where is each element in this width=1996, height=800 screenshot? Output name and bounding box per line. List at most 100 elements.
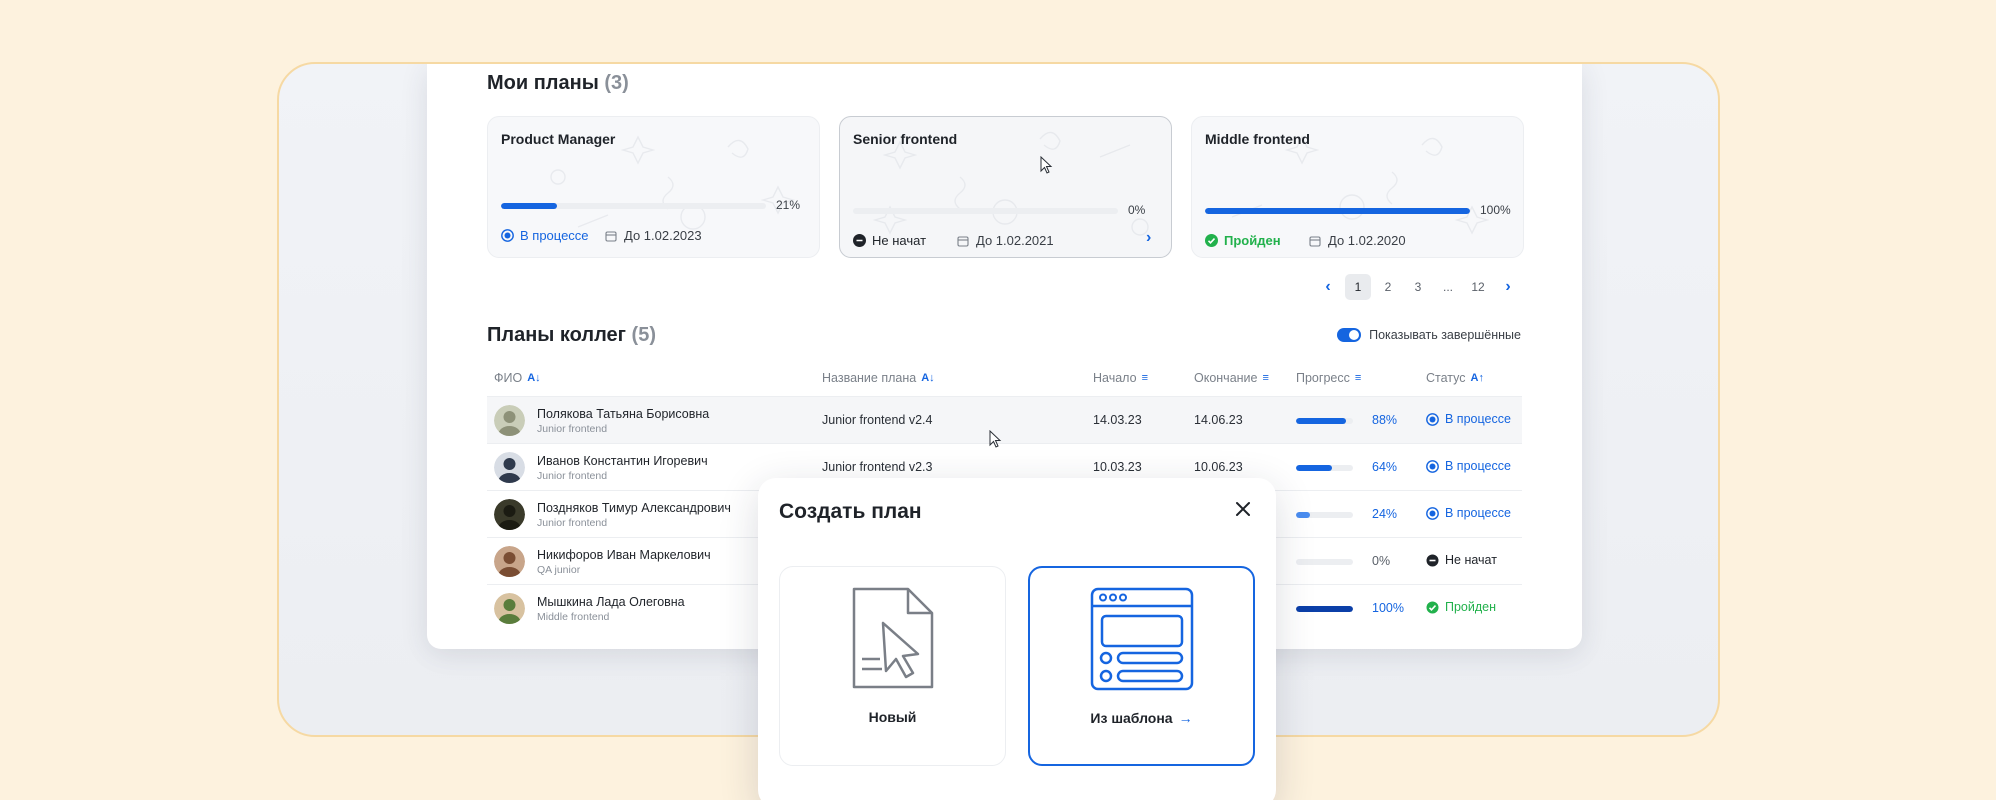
employee-name: Полякова Татьяна Борисовна [537, 407, 710, 421]
table-row[interactable]: Полякова Татьяна Борисовна Junior fronten… [487, 396, 1522, 443]
card-deadline: До 1.02.2020 [1309, 233, 1406, 248]
option-label-text: Из шаблона [1090, 710, 1173, 726]
row-progress-percent: 64% [1372, 460, 1398, 474]
row-status: В процессе [1426, 506, 1511, 520]
row-status-label: Не начат [1445, 553, 1497, 567]
plan-card-product-manager[interactable]: Product Manager 21% В процессе До 1.02.2… [487, 116, 820, 258]
option-label: Из шаблона → [1030, 710, 1253, 726]
card-progress-bar [853, 208, 1118, 214]
employee-name: Иванов Константин Игоревич [537, 454, 708, 468]
create-plan-modal: Создать план Новый Из шаблона → [758, 478, 1276, 800]
plan-name-cell: Junior frontend v2.4 [822, 413, 933, 427]
column-header-end[interactable]: Окончание ≡ [1194, 371, 1269, 385]
row-progress-fill [1296, 606, 1353, 612]
show-completed-toggle[interactable] [1337, 328, 1362, 342]
row-progress-percent: 0% [1372, 554, 1391, 568]
card-status: Пройден [1205, 233, 1281, 248]
plan-card-senior-frontend[interactable]: Senior frontend 0% Не начат До 1.02.2021… [839, 116, 1172, 258]
in-progress-icon [1426, 506, 1439, 520]
plan-name-cell: Junior frontend v2.3 [822, 460, 933, 474]
check-circle-icon [1205, 234, 1218, 247]
close-icon[interactable] [1232, 498, 1254, 520]
card-status-label: Не начат [872, 233, 927, 248]
plan-card-middle-frontend[interactable]: Middle frontend 100% Пройден До 1.02.202… [1191, 116, 1524, 258]
chevron-right-icon[interactable]: › [1146, 229, 1151, 247]
row-status-label: В процессе [1445, 412, 1511, 426]
employee-role: QA junior [537, 564, 581, 576]
show-completed-label: Показывать завершённые [1369, 328, 1521, 342]
row-status-label: В процессе [1445, 506, 1511, 520]
card-status-label: В процессе [520, 228, 589, 243]
avatar [494, 499, 525, 530]
arrow-right-icon: → [1178, 710, 1193, 726]
card-progress-fill [1205, 208, 1470, 214]
card-deadline: До 1.02.2023 [605, 228, 702, 243]
sort-alpha-icon[interactable]: A↓ [527, 372, 540, 384]
row-progress-fill [1296, 465, 1333, 471]
column-header-plan[interactable]: Название плана A↓ [822, 371, 935, 385]
row-progress-fill [1296, 512, 1310, 518]
mouse-cursor-icon [1040, 156, 1053, 174]
column-header-fio[interactable]: ФИО A↓ [494, 371, 541, 385]
my-plans-count: (3) [604, 72, 629, 94]
column-header-progress[interactable]: Прогресс ≡ [1296, 371, 1361, 385]
sort-asc-icon[interactable]: A↑ [1471, 372, 1484, 384]
row-progress-bar [1296, 465, 1353, 471]
option-from-template[interactable]: Из шаблона → [1028, 566, 1255, 766]
start-date-cell: 14.03.23 [1093, 413, 1142, 427]
column-header-start[interactable]: Начало ≡ [1093, 371, 1148, 385]
row-status-label: Пройден [1445, 600, 1497, 614]
employee-role: Middle frontend [537, 611, 610, 623]
row-progress-percent: 88% [1372, 413, 1398, 427]
row-progress-bar [1296, 512, 1353, 518]
sort-alpha-icon[interactable]: A↓ [921, 372, 934, 384]
card-progress-percent: 21% [776, 198, 801, 212]
sort-filter-icon[interactable]: ≡ [1263, 372, 1269, 384]
in-progress-icon [501, 229, 514, 242]
row-status-label: В процессе [1445, 459, 1511, 473]
employee-role: Junior frontend [537, 423, 608, 435]
not-started-icon [1426, 554, 1439, 566]
table-header: ФИО A↓ Название плана A↓ Начало ≡ Окончание… [487, 362, 1522, 396]
my-plans-title: Мои планы [487, 72, 599, 94]
page-3[interactable]: 3 [1405, 274, 1431, 300]
card-deadline-label: До 1.02.2020 [1328, 233, 1406, 248]
row-progress-percent: 24% [1372, 507, 1398, 521]
page-2[interactable]: 2 [1375, 274, 1401, 300]
sort-filter-icon[interactable]: ≡ [1355, 372, 1361, 384]
show-completed-toggle-wrap: Показывать завершённые [1337, 328, 1521, 342]
card-progress-percent: 0% [1128, 203, 1146, 217]
colleagues-title: Планы коллег [487, 324, 626, 346]
employee-name: Никифоров Иван Маркелович [537, 548, 711, 562]
page-ellipsis: ... [1442, 280, 1453, 294]
mouse-cursor-icon [989, 430, 1002, 448]
page-1[interactable]: 1 [1345, 274, 1371, 300]
column-header-status[interactable]: Статус A↑ [1426, 371, 1484, 385]
row-progress-bar [1296, 418, 1353, 424]
column-header-label: Статус [1426, 371, 1466, 385]
prev-page-arrow-icon[interactable]: ‹ [1315, 274, 1341, 300]
avatar [494, 405, 525, 436]
row-status: В процессе [1426, 412, 1511, 426]
row-status: В процессе [1426, 459, 1511, 473]
card-deadline: До 1.02.2021 [957, 233, 1054, 248]
employee-name: Мышкина Лада Олеговна [537, 595, 685, 609]
option-label: Новый [780, 709, 1005, 725]
column-header-label: ФИО [494, 371, 523, 385]
in-progress-icon [1426, 412, 1439, 426]
card-progress-bar [1205, 208, 1470, 214]
calendar-icon [1309, 235, 1321, 247]
column-header-label: Название плана [822, 371, 917, 385]
sort-filter-icon[interactable]: ≡ [1142, 372, 1148, 384]
calendar-icon [605, 230, 617, 242]
row-progress-percent: 100% [1372, 601, 1404, 615]
start-date-cell: 10.03.23 [1093, 460, 1142, 474]
next-page-arrow-icon[interactable]: › [1495, 274, 1521, 300]
page-12[interactable]: 12 [1465, 274, 1491, 300]
employee-name: Поздняков Тимур Александрович [537, 501, 731, 515]
not-started-icon [853, 234, 866, 247]
option-new-plan[interactable]: Новый [779, 566, 1006, 766]
employee-role: Junior frontend [537, 470, 608, 482]
new-document-cursor-icon [852, 587, 933, 689]
avatar [494, 593, 525, 624]
